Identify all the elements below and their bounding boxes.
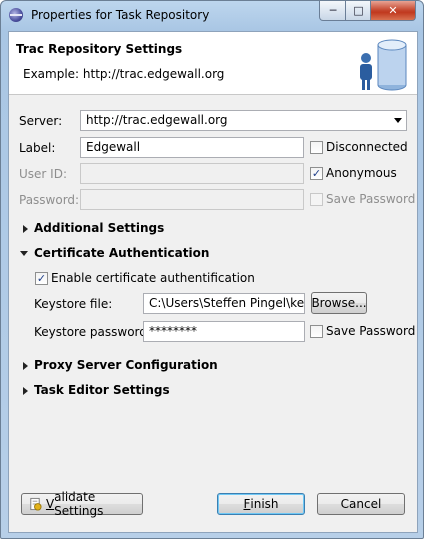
close-button[interactable]: ✕ bbox=[370, 1, 416, 21]
keystore-save-password-checkbox[interactable] bbox=[310, 325, 323, 338]
server-value: http://trac.edgewall.org bbox=[86, 113, 228, 127]
user-id-field[interactable] bbox=[80, 163, 304, 184]
section-task-editor-settings[interactable]: Task Editor Settings bbox=[34, 383, 170, 397]
disconnected-checkbox[interactable] bbox=[310, 141, 323, 154]
wizard-header: Trac Repository Settings Example: http:/… bbox=[9, 32, 417, 95]
anonymous-checkbox[interactable]: ✓ bbox=[310, 167, 323, 180]
anonymous-label[interactable]: Anonymous bbox=[326, 166, 397, 180]
keystore-password-field[interactable]: ******** bbox=[143, 321, 305, 342]
server-combo[interactable]: http://trac.edgewall.org bbox=[80, 110, 407, 131]
expand-icon[interactable] bbox=[23, 362, 28, 370]
password-label: Password: bbox=[19, 193, 80, 207]
server-label: Server: bbox=[19, 114, 63, 128]
enable-certificate-label[interactable]: Enable certificate authentification bbox=[51, 271, 255, 285]
finish-label: inish bbox=[250, 497, 279, 511]
finish-mnemonic: F bbox=[243, 497, 251, 511]
page-title: Trac Repository Settings bbox=[16, 42, 183, 56]
keystore-save-password-label[interactable]: Save Password bbox=[326, 324, 415, 338]
dialog-content: Trac Repository Settings Example: http:/… bbox=[8, 31, 418, 533]
enable-certificate-checkbox[interactable]: ✓ bbox=[35, 272, 48, 285]
window-title: Properties for Task Repository bbox=[31, 8, 210, 22]
repository-user-icon bbox=[360, 39, 407, 91]
save-password-label[interactable]: Save Password bbox=[326, 192, 415, 206]
user-id-label: User ID: bbox=[19, 167, 67, 181]
browse-button[interactable]: Browse... bbox=[311, 292, 367, 314]
title-bar[interactable]: Properties for Task Repository ─ □ ✕ bbox=[1, 1, 423, 31]
close-icon: ✕ bbox=[388, 4, 398, 17]
finish-button[interactable]: Finish bbox=[217, 493, 305, 515]
maximize-icon: □ bbox=[353, 4, 364, 17]
validate-label: alidate Settings bbox=[54, 490, 104, 518]
expand-icon[interactable] bbox=[23, 387, 28, 395]
expand-icon[interactable] bbox=[23, 225, 28, 233]
minimize-icon: ─ bbox=[329, 4, 337, 17]
keystore-password-label: Keystore password: bbox=[34, 325, 151, 339]
validate-icon bbox=[30, 497, 42, 511]
chevron-down-icon[interactable] bbox=[394, 118, 402, 123]
save-password-checkbox[interactable] bbox=[310, 193, 323, 206]
password-field[interactable] bbox=[80, 189, 304, 210]
disconnected-label[interactable]: Disconnected bbox=[326, 140, 408, 154]
section-certificate-authentication[interactable]: Certificate Authentication bbox=[34, 246, 209, 260]
label-label: Label: bbox=[19, 141, 56, 155]
page-description: Example: http://trac.edgewall.org bbox=[23, 67, 225, 81]
collapse-icon[interactable] bbox=[20, 251, 28, 256]
validate-mnemonic: V bbox=[45, 497, 55, 511]
label-field[interactable]: Edgewall bbox=[80, 137, 304, 158]
section-proxy-server-configuration[interactable]: Proxy Server Configuration bbox=[34, 358, 218, 372]
keystore-file-field[interactable]: C:\Users\Steffen Pingel\keyst bbox=[143, 293, 305, 314]
maximize-button[interactable]: □ bbox=[345, 1, 372, 21]
keystore-file-label: Keystore file: bbox=[34, 297, 113, 311]
minimize-button[interactable]: ─ bbox=[319, 1, 347, 21]
section-additional-settings[interactable]: Additional Settings bbox=[34, 221, 164, 235]
validate-settings-button[interactable]: Validate Settings bbox=[21, 490, 143, 518]
eclipse-icon bbox=[9, 8, 23, 22]
properties-dialog: Properties for Task Repository ─ □ ✕ Tra… bbox=[0, 0, 424, 539]
cancel-button[interactable]: Cancel bbox=[317, 493, 405, 515]
